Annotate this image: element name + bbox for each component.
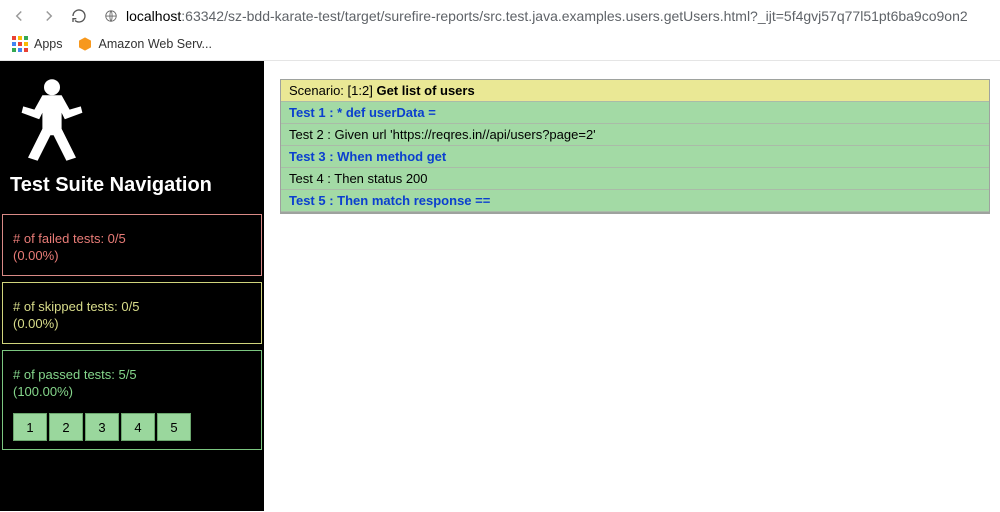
sidebar: Test Suite Navigation # of failed tests:…	[0, 61, 264, 511]
test-buttons: 1 2 3 4 5	[13, 413, 251, 441]
test-btn-3[interactable]: 3	[85, 413, 119, 441]
scenario-header[interactable]: Scenario: [1:2] Get list of users	[281, 80, 989, 102]
main-pane: Scenario: [1:2] Get list of users Test 1…	[264, 61, 1000, 511]
karate-logo	[0, 61, 264, 174]
scenario-title: Get list of users	[376, 83, 474, 98]
apps-label: Apps	[34, 37, 63, 51]
url-port: :63342	[181, 8, 224, 24]
failed-line2: (0.00%)	[13, 248, 251, 263]
url-host: localhost	[126, 8, 181, 24]
step-row: Test 4 : Then status 200	[281, 168, 989, 190]
aws-icon	[77, 36, 93, 52]
apps-shortcut[interactable]: Apps	[12, 36, 63, 52]
test-btn-4[interactable]: 4	[121, 413, 155, 441]
url-path: /sz-bdd-karate-test/target/surefire-repo…	[224, 8, 968, 24]
browser-chrome: localhost:63342/sz-bdd-karate-test/targe…	[0, 0, 1000, 61]
step-row[interactable]: Test 5 : Then match response ==	[281, 190, 989, 212]
skipped-line2: (0.00%)	[13, 316, 251, 331]
step-row: Test 2 : Given url 'https://reqres.in//a…	[281, 124, 989, 146]
report-table: Scenario: [1:2] Get list of users Test 1…	[280, 79, 990, 214]
apps-icon	[12, 36, 28, 52]
bookmark-aws[interactable]: Amazon Web Serv...	[77, 36, 212, 52]
skipped-line1: # of skipped tests: 0/5	[13, 299, 251, 314]
forward-button[interactable]	[40, 7, 58, 25]
suite-title: Test Suite Navigation	[0, 174, 264, 211]
test-btn-1[interactable]: 1	[13, 413, 47, 441]
page-body: Test Suite Navigation # of failed tests:…	[0, 61, 1000, 511]
step-row[interactable]: Test 3 : When method get	[281, 146, 989, 168]
address-bar[interactable]: localhost:63342/sz-bdd-karate-test/targe…	[100, 6, 990, 26]
test-btn-2[interactable]: 2	[49, 413, 83, 441]
globe-icon	[104, 9, 118, 23]
reload-button[interactable]	[70, 7, 88, 25]
test-btn-5[interactable]: 5	[157, 413, 191, 441]
skipped-stat[interactable]: # of skipped tests: 0/5 (0.00%)	[2, 282, 262, 344]
passed-line2: (100.00%)	[13, 384, 251, 399]
scenario-prefix: Scenario: [1:2]	[289, 83, 376, 98]
passed-line1: # of passed tests: 5/5	[13, 367, 251, 382]
passed-stat[interactable]: # of passed tests: 5/5 (100.00%) 1 2 3 4…	[2, 350, 262, 450]
failed-stat[interactable]: # of failed tests: 0/5 (0.00%)	[2, 214, 262, 276]
failed-line1: # of failed tests: 0/5	[13, 231, 251, 246]
bookmarks-bar: Apps Amazon Web Serv...	[0, 32, 1000, 60]
back-button[interactable]	[10, 7, 28, 25]
bookmark-label: Amazon Web Serv...	[99, 37, 212, 51]
step-row[interactable]: Test 1 : * def userData =	[281, 102, 989, 124]
nav-row: localhost:63342/sz-bdd-karate-test/targe…	[0, 0, 1000, 32]
